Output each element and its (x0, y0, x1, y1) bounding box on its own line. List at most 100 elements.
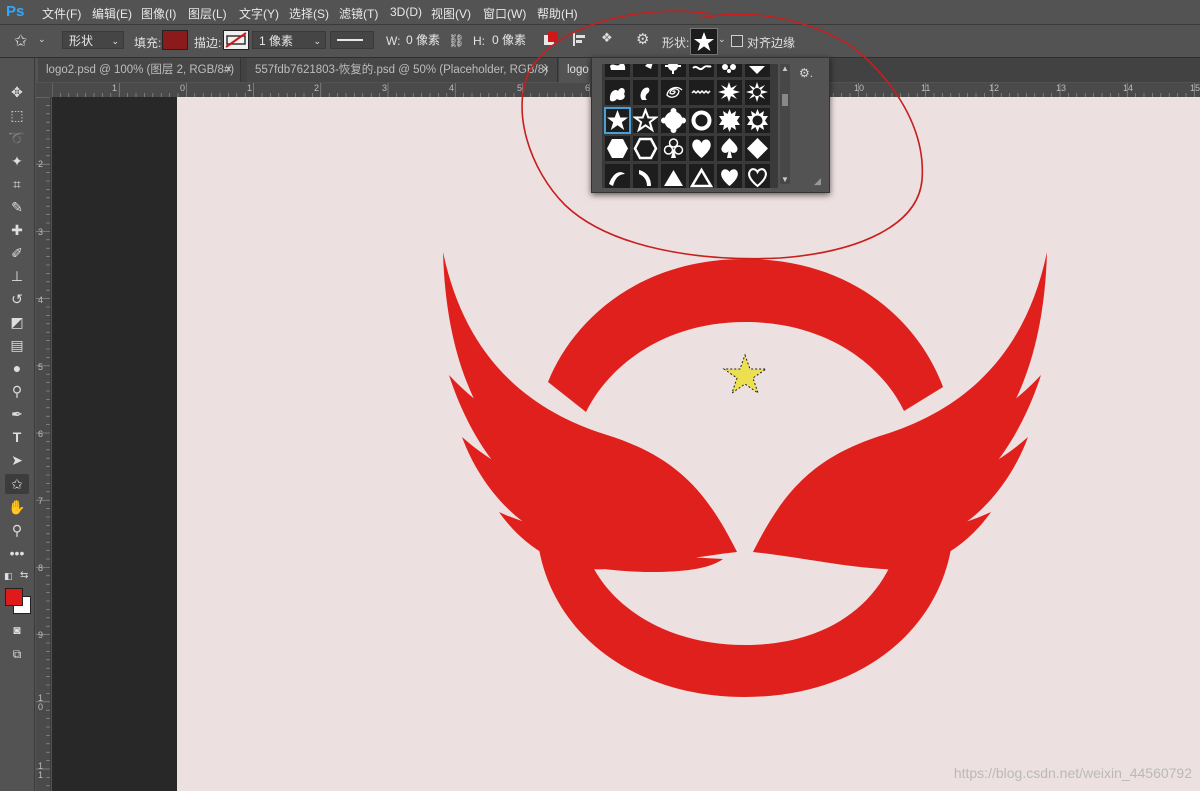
height-field[interactable]: 0 像素 (486, 31, 526, 49)
shape-swatch[interactable] (633, 64, 658, 77)
club-shape[interactable] (661, 136, 686, 161)
dodge-tool-icon[interactable]: ⚲ (5, 381, 29, 401)
history-brush-tool-icon[interactable]: ↺ (5, 289, 29, 309)
custom-shape-tool-icon[interactable]: ✩ (5, 474, 29, 494)
menu-help[interactable]: 帮助(H) (537, 5, 578, 22)
gear-icon[interactable]: ⚙ (636, 30, 649, 48)
shape-swatch[interactable] (717, 108, 742, 133)
picker-settings-gear-icon[interactable]: ⚙. (799, 66, 813, 80)
menu-edit[interactable]: 编辑(E) (92, 5, 132, 22)
healing-brush-tool-icon[interactable]: ✚ (5, 220, 29, 240)
triangle-outline-shape[interactable] (689, 164, 714, 188)
shape-swatch[interactable] (605, 164, 630, 188)
shape-picker-button[interactable] (690, 28, 718, 55)
shape-swatch[interactable] (745, 64, 770, 77)
quick-mask-icon[interactable]: ◙ (5, 620, 29, 640)
chevron-down-icon[interactable]: ⌄ (38, 34, 46, 45)
scroll-down-icon[interactable]: ▼ (781, 175, 789, 184)
menu-select[interactable]: 选择(S) (289, 5, 329, 22)
scroll-up-icon[interactable]: ▲ (781, 64, 789, 73)
type-tool-icon[interactable]: T (5, 427, 29, 447)
shape-swatch[interactable] (689, 64, 714, 77)
shape-swatch[interactable] (745, 80, 770, 105)
blur-tool-icon[interactable]: ● (5, 358, 29, 378)
scrollbar-thumb[interactable] (782, 94, 788, 106)
shape-swatch[interactable] (689, 108, 714, 133)
heart-outline-shape[interactable] (745, 164, 770, 188)
close-icon[interactable]: × (542, 58, 549, 82)
stroke-color-swatch[interactable] (223, 30, 249, 50)
winged-circle-logo (443, 252, 1047, 697)
lasso-tool-icon[interactable]: ➰ (5, 128, 29, 148)
tool-mode-select[interactable]: 形状 ⌄ (62, 31, 124, 49)
shape-swatch[interactable] (661, 80, 686, 105)
clone-stamp-tool-icon[interactable]: ⊥ (5, 266, 29, 286)
path-operations-icon[interactable] (544, 32, 558, 49)
heart-card-shape[interactable] (717, 164, 742, 188)
menu-filter[interactable]: 滤镜(T) (339, 5, 378, 22)
shape-swatch[interactable] (633, 80, 658, 105)
tab-recovered-psd[interactable]: 557fdb7621803-恢复的.psd @ 50% (Placeholder… (247, 58, 558, 82)
tool-mode-value: 形状 (69, 34, 94, 48)
custom-shape-tool-icon[interactable]: ✩ (14, 31, 27, 51)
hexagon-shape[interactable] (605, 136, 630, 161)
menu-image[interactable]: 图像(I) (141, 5, 176, 22)
path-alignment-icon[interactable] (573, 32, 587, 49)
width-field[interactable]: 0 像素 (400, 31, 440, 49)
brush-tool-icon[interactable]: ✐ (5, 243, 29, 263)
diamond-shape[interactable] (745, 136, 770, 161)
stroke-type-select[interactable] (330, 31, 374, 49)
resize-handle-icon[interactable]: ◢ (814, 176, 821, 187)
screen-mode-icon[interactable]: ⧉ (5, 644, 29, 664)
star-outline-shape[interactable] (633, 108, 658, 133)
menu-3d[interactable]: 3D(D) (390, 5, 422, 19)
default-colors-icon[interactable]: ◧ (4, 571, 13, 582)
eyedropper-tool-icon[interactable]: ✎ (5, 197, 29, 217)
tab-logo2[interactable]: logo2.psd @ 100% (图层 2, RGB/8#) × (38, 58, 241, 82)
shape-swatch[interactable] (633, 164, 658, 188)
pen-tool-icon[interactable]: ✒ (5, 404, 29, 424)
path-selection-tool-icon[interactable]: ➤ (5, 450, 29, 470)
picker-scrollbar[interactable]: ▲ ▼ (780, 64, 790, 184)
document-canvas[interactable] (177, 97, 1200, 791)
marquee-tool-icon[interactable]: ⬚ (5, 105, 29, 125)
swap-colors-icon[interactable]: ⇆ (20, 570, 28, 581)
stroke-width-field[interactable]: 1 像素 ⌄ (252, 31, 326, 49)
height-label: H: (473, 34, 485, 48)
heart-shape[interactable] (689, 136, 714, 161)
eraser-tool-icon[interactable]: ◩ (5, 312, 29, 332)
shape-swatch[interactable] (661, 108, 686, 133)
menu-file[interactable]: 文件(F) (42, 5, 81, 22)
crop-tool-icon[interactable]: ⌗ (5, 174, 29, 194)
path-arrangement-icon[interactable]: ❖ (601, 30, 613, 46)
spade-shape[interactable] (717, 136, 742, 161)
menu-type[interactable]: 文字(Y) (239, 5, 279, 22)
hexagon-outline-shape[interactable] (633, 136, 658, 161)
align-edges-checkbox[interactable] (731, 35, 743, 47)
magic-wand-tool-icon[interactable]: ✦ (5, 151, 29, 171)
yellow-star-shape[interactable] (722, 353, 768, 395)
shape-swatch[interactable] (661, 64, 686, 77)
fill-color-swatch[interactable] (162, 30, 188, 50)
close-icon[interactable]: × (225, 58, 232, 82)
stroke-none-icon (225, 32, 247, 48)
shape-swatch[interactable] (605, 80, 630, 105)
shape-swatch[interactable] (605, 64, 630, 77)
more-tools-icon[interactable]: ••• (5, 543, 29, 563)
triangle-shape[interactable] (661, 164, 686, 188)
gradient-tool-icon[interactable]: ▤ (5, 335, 29, 355)
move-tool-icon[interactable]: ✥ (5, 82, 29, 102)
shape-swatch[interactable] (717, 64, 742, 77)
menu-view[interactable]: 视图(V) (431, 5, 471, 22)
shape-swatch[interactable] (745, 108, 770, 133)
shape-swatch[interactable] (689, 80, 714, 105)
menu-window[interactable]: 窗口(W) (483, 5, 526, 22)
link-icon[interactable]: ⛓ (448, 33, 465, 49)
shape-swatch[interactable] (717, 80, 742, 105)
foreground-color-swatch[interactable] (5, 588, 23, 606)
menu-layer[interactable]: 图层(L) (188, 5, 227, 22)
hand-tool-icon[interactable]: ✋ (5, 497, 29, 517)
chevron-down-icon[interactable]: ⌄ (718, 34, 726, 45)
zoom-tool-icon[interactable]: ⚲ (5, 520, 29, 540)
star-shape-selected[interactable] (604, 107, 631, 134)
